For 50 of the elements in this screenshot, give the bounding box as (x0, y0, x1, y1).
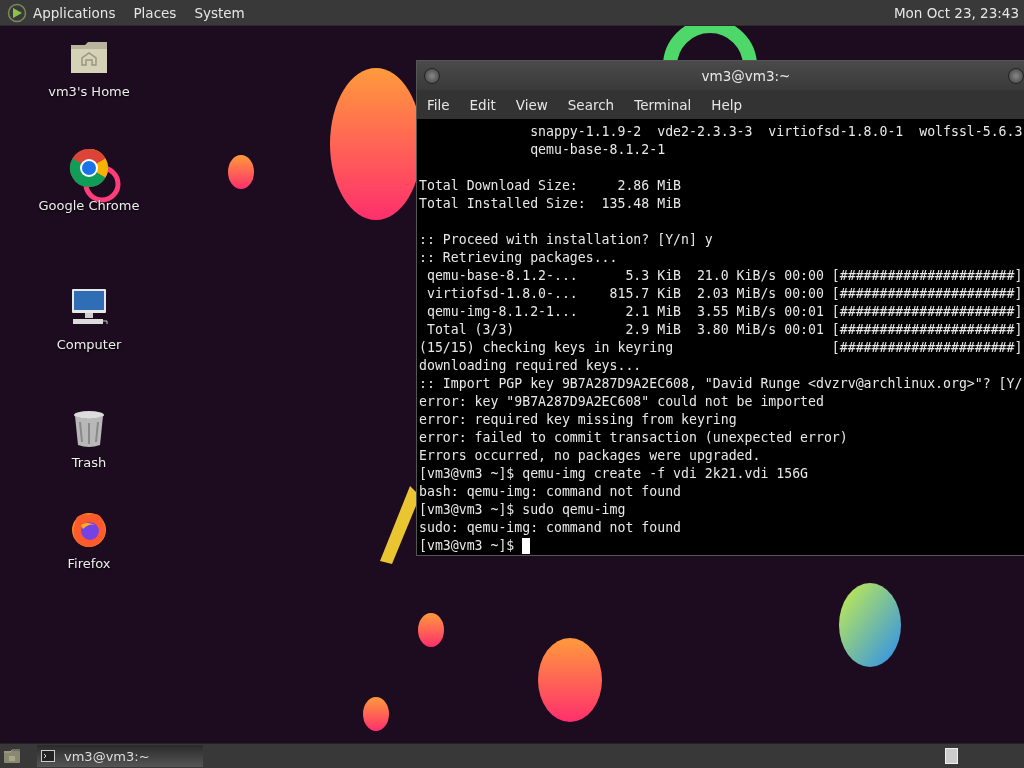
menu-item[interactable]: View (515, 96, 548, 113)
show-desktop-icon (3, 748, 21, 764)
terminal-line: virtiofsd-1.8.0-... 815.7 KiB 2.03 MiB/s 00:00 [######################] (425, 285, 1023, 303)
terminal-line: error: failed to commit transaction (unexpected error) (419, 429, 848, 447)
terminal-line: downloading required keys... (419, 357, 642, 375)
terminal-line: qemu-base-8.1.2-1 (529, 141, 666, 159)
terminal-line: error: key "9B7A287D9A2EC608" could not be imported (419, 393, 824, 411)
terminal-line: [vm3@vm3 ~]$ qemu-img create -f vdi 2k21.vdi 156G (419, 465, 809, 483)
menu-item[interactable]: Edit (469, 96, 496, 113)
terminal-line: snappy-1.1.9-2 vde2-2.3.3-3 virtiofsd-1.8.0-1 wolfssl-5.6.3 (529, 123, 1023, 141)
icon-label[interactable]: vm3's Home (48, 84, 130, 99)
terminal-line: Total Download Size: 2.86 MiB (419, 177, 681, 195)
icon-label[interactable]: Firefox (67, 556, 111, 571)
window-title: vm3@vm3:~ (700, 67, 791, 84)
wallpaper-blob (418, 613, 444, 647)
terminal-line: [vm3@vm3 ~]$ (419, 537, 516, 555)
terminal-line: qemu-img-8.1.2-1... 2.1 MiB 3.55 MiB/s 00:01 [######################] (425, 303, 1023, 321)
terminal-line: Errors occurred, no packages were upgraded. (419, 447, 761, 465)
terminal-line: [vm3@vm3 ~]$ sudo qemu-img (419, 501, 626, 519)
icon-label[interactable]: Google Chrome (38, 198, 140, 213)
terminal-line: (15/15) checking keys in keyring [######################] (419, 339, 1023, 357)
wallpaper-blob (363, 697, 389, 731)
panel-menu[interactable]: Places (133, 4, 177, 21)
menu-item[interactable]: File (427, 96, 450, 113)
terminal-icon (41, 750, 55, 762)
browser-icon (69, 148, 109, 188)
terminal-line: bash: qemu-img: command not found (419, 483, 681, 501)
panel-menu[interactable]: System (194, 4, 245, 21)
window-button[interactable] (424, 67, 440, 84)
menu-item[interactable]: Search (567, 96, 615, 113)
terminal-line: :: Retrieving packages... (419, 249, 618, 267)
terminal-line: Total (3/3) 2.9 MiB 3.80 MiB/s 00:01 [######################] (425, 321, 1023, 339)
icon-label[interactable]: Computer (56, 337, 122, 352)
menu-item[interactable]: Terminal (634, 96, 692, 113)
terminal-line: Total Installed Size: 135.48 MiB (419, 195, 681, 213)
menu-item[interactable]: Help (711, 96, 743, 113)
window-button[interactable] (1008, 67, 1024, 84)
workspace-switcher[interactable] (945, 748, 958, 764)
terminal-line: qemu-base-8.1.2-... 5.3 KiB 21.0 KiB/s 00:00 [######################] (425, 267, 1023, 285)
terminal-line: error: required key missing from keyring (419, 411, 737, 429)
logo-icon (7, 2, 27, 23)
icon-label[interactable]: Trash (71, 455, 107, 470)
computer-icon (69, 287, 109, 327)
taskbar-button[interactable]: vm3@vm3:~ (37, 745, 203, 767)
terminal-line: :: Proceed with installation? [Y/n] y (419, 231, 713, 249)
panel-menu[interactable]: Applications (33, 4, 116, 21)
terminal-line: sudo: qemu-img: command not found (419, 519, 681, 537)
wallpaper-blob (228, 155, 254, 189)
clock[interactable]: Mon Oct 23, 23:43 (893, 4, 1019, 21)
terminal-line: :: Import PGP key 9B7A287D9A2EC608, "David Runge <dvzrv@archlinux.org>"? [Y/ (419, 375, 1023, 393)
